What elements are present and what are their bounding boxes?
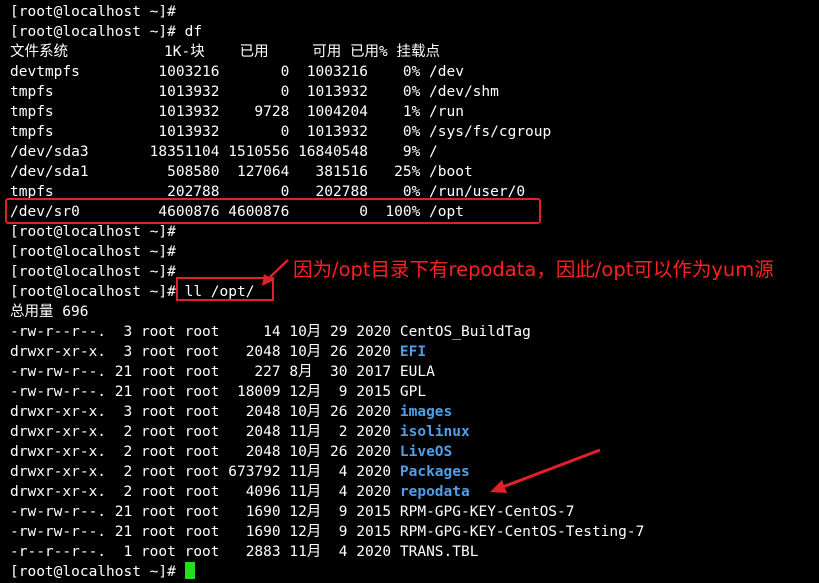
terminal-window[interactable]: [root@localhost ~]# [root@localhost ~]# … xyxy=(0,0,819,583)
arrow-to-repodata xyxy=(490,448,601,493)
arrow-to-command xyxy=(262,259,289,286)
annotation-arrows xyxy=(262,259,601,493)
